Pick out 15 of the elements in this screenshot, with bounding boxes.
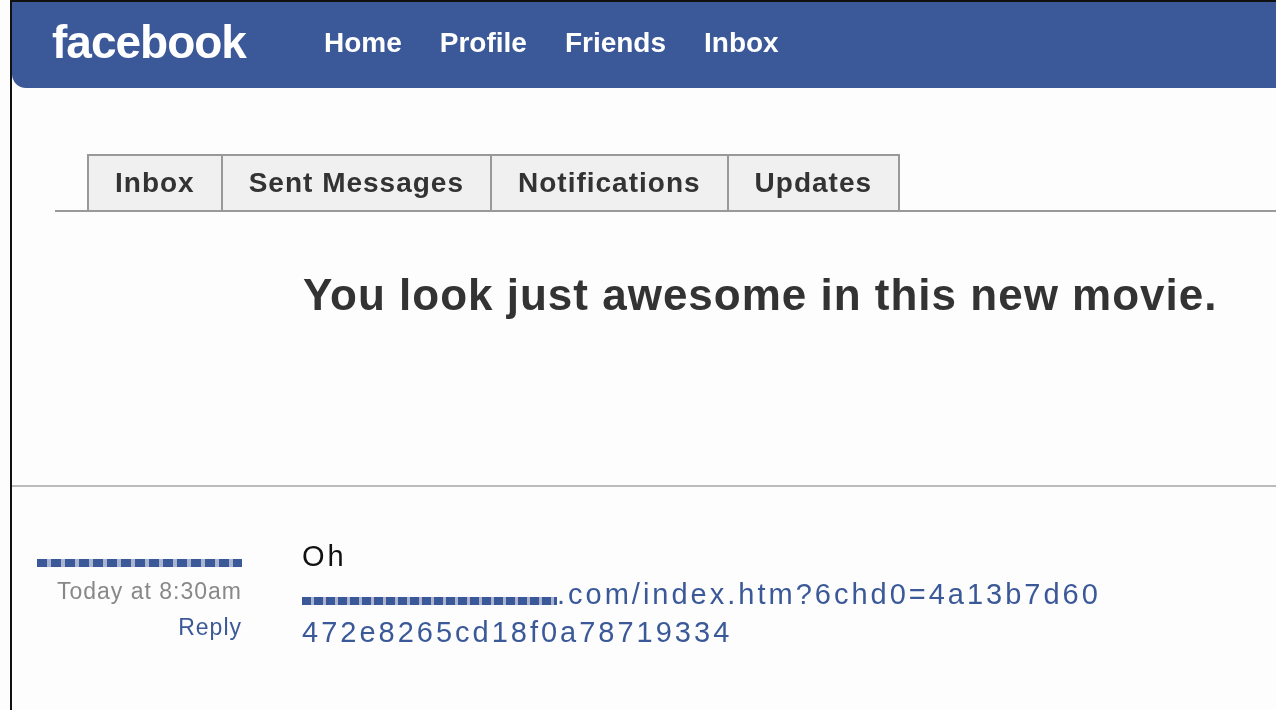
logo[interactable]: facebook bbox=[52, 7, 246, 83]
tab[interactable]: Inbox bbox=[87, 154, 223, 210]
tab[interactable]: Notifications bbox=[490, 154, 729, 210]
nav-link[interactable]: Home bbox=[323, 22, 402, 68]
nav-link[interactable]: Inbox bbox=[704, 22, 779, 68]
message-text: Oh bbox=[302, 539, 348, 574]
message-link[interactable]: .com/index.htm?6chd0=4a13b7d60 bbox=[557, 575, 1101, 613]
nav-link[interactable]: Profile bbox=[439, 22, 527, 68]
reply-link[interactable]: Reply bbox=[178, 609, 242, 645]
tab[interactable]: Updates bbox=[726, 154, 901, 210]
nav-link[interactable]: Friends bbox=[564, 22, 667, 68]
message-time: Today at 8:30am bbox=[56, 577, 242, 606]
message-link[interactable]: 472e8265cd18f0a78719334 bbox=[302, 613, 1101, 651]
tab[interactable]: Sent Messages bbox=[220, 154, 492, 210]
message-subject: You look just awesome in this new movie. bbox=[303, 269, 1219, 321]
